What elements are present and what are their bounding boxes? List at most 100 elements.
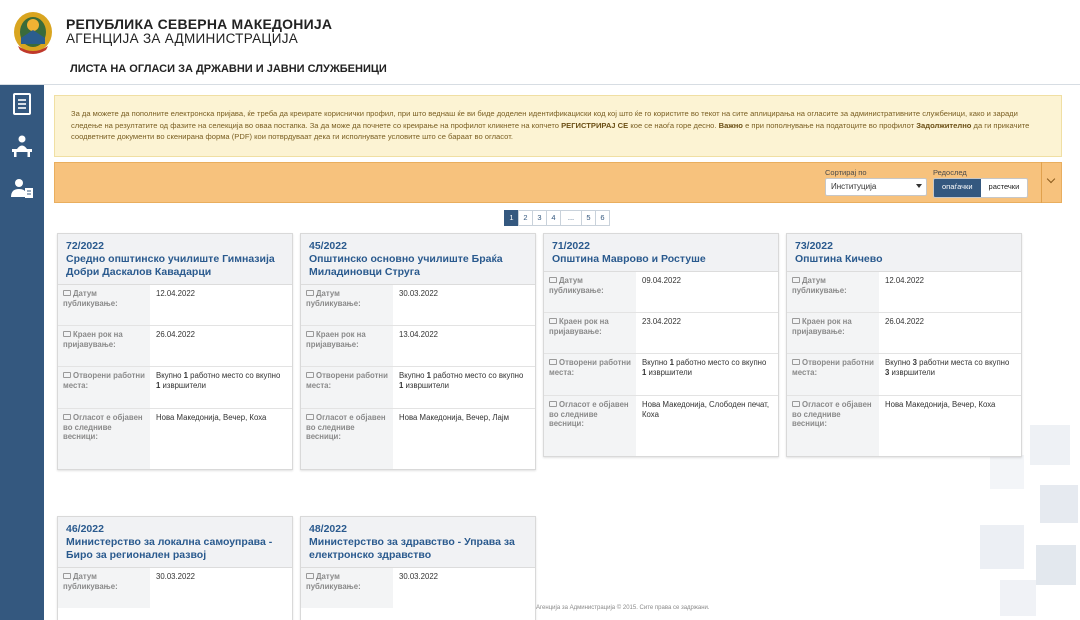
sidebar [0, 85, 44, 620]
deadline-date: 26.04.2022 [885, 317, 925, 326]
positions-label: Отворени работни места: [792, 358, 874, 377]
page-button-2[interactable]: 2 [518, 210, 533, 226]
positions-row: Отворени работни места: Вкупно 1 работно… [301, 367, 535, 409]
deadline-label: Краен рок на пријавување: [306, 330, 366, 349]
job-ad-card: 71/2022 Општина Маврово и Ростуше Датум … [543, 233, 779, 457]
pagination: 1 2 3 4 ... 5 6 [504, 210, 610, 226]
desk-worker-icon[interactable] [9, 133, 35, 159]
published-row: Датум публикување: 30.03.2022 [301, 568, 535, 608]
deadline-date: 26.04.2022 [156, 330, 196, 339]
newspaper-icon [306, 414, 314, 420]
ad-institution: Општинско основно училиште Браќа Миладин… [309, 253, 503, 278]
newspapers-row: Огласот е објавен во следниве весници: Н… [301, 409, 535, 469]
important-keyword: Важно [718, 120, 743, 130]
deadline-date: 23.04.2022 [642, 317, 682, 326]
sort-selected-value: Институција [831, 182, 877, 191]
positions-value: Вкупно 1 работно место со вкупно 1 изврш… [399, 371, 524, 390]
newspapers-value: Нова Македонија, Слободен печат, Коха [642, 400, 770, 419]
published-label: Датум публикување: [549, 276, 604, 295]
page-button-3[interactable]: 3 [532, 210, 547, 226]
positions-row: Отворени работни места: Вкупно 3 работни… [787, 354, 1021, 396]
page-button-6[interactable]: 6 [595, 210, 610, 226]
published-label: Датум публикување: [306, 572, 361, 591]
order-ascending-button[interactable]: растечки [980, 179, 1028, 197]
newspapers-label: Огласот е објавен во следниве весници: [792, 400, 872, 428]
deadline-row: Краен рок на пријавување: 26.04.2022 [58, 326, 292, 367]
deadline-row: Краен рок на пријавување: 26.04.2022 [787, 313, 1021, 354]
org-subtitle: АГЕНЦИЈА ЗА АДМИНИСТРАЦИЈА [66, 31, 299, 46]
positions-value: Вкупно 1 работно место со вкупно 1 изврш… [156, 371, 281, 390]
ad-institution: Општина Кичево [795, 253, 883, 265]
ad-institution: Министерство за локална самоуправа - Бир… [66, 536, 273, 561]
ad-number: 45/2022 [309, 240, 347, 252]
job-ad-card: 48/2022 Министерство за здравство - Упра… [300, 516, 536, 620]
calendar-icon [306, 573, 314, 579]
order-descending-button[interactable]: опаѓачки [934, 179, 981, 197]
positions-value: Вкупно 1 работно место со вкупно 1 изврш… [642, 358, 767, 377]
collapse-toolbar-button[interactable] [1041, 162, 1061, 203]
newspapers-row: Огласот е објавен во следниве весници: Н… [58, 409, 292, 469]
page-button-4[interactable]: 4 [546, 210, 561, 226]
page-button-1[interactable]: 1 [504, 210, 519, 226]
register-keyword: РЕГИСТРИРАЈ СЕ [561, 120, 629, 130]
card-header[interactable]: 73/2022 Општина Кичево [787, 234, 1021, 272]
ad-number: 72/2022 [66, 240, 104, 252]
newspapers-value: Нова Македонија, Вечер, Лајм [399, 413, 509, 422]
card-header[interactable]: 71/2022 Општина Маврово и Ростуше [544, 234, 778, 272]
deadline-row: Краен рок на пријавување: 13.04.2022 [301, 326, 535, 367]
deadline-row: Краен рок на пријавување: 23.04.2022 [544, 313, 778, 354]
money-icon [306, 372, 314, 378]
published-row: Датум публикување: 12.04.2022 [787, 272, 1021, 313]
order-label: Редослед [933, 168, 967, 177]
newspapers-row: Огласот е објавен во следниве весници: Н… [544, 396, 778, 456]
registration-notice: За да можете да пополните електронска пр… [54, 95, 1062, 157]
newspaper-icon [549, 401, 557, 407]
site-header: РЕПУБЛИКА СЕВЕРНА МАКЕДОНИЈА АГЕНЦИЈА ЗА… [0, 0, 1080, 85]
ad-number: 48/2022 [309, 523, 347, 535]
positions-label: Отворени работни места: [306, 371, 388, 390]
list-document-icon[interactable] [9, 91, 35, 117]
user-document-icon[interactable] [9, 175, 35, 201]
published-date: 30.03.2022 [399, 572, 439, 581]
published-label: Датум публикување: [792, 276, 847, 295]
published-row: Датум публикување: 30.03.2022 [58, 568, 292, 608]
published-date: 30.03.2022 [399, 289, 439, 298]
calendar-icon [63, 290, 71, 296]
card-header[interactable]: 45/2022 Општинско основно училиште Браќа… [301, 234, 535, 285]
job-ad-card: 73/2022 Општина Кичево Датум публикување… [786, 233, 1022, 457]
card-header[interactable]: 48/2022 Министерство за здравство - Упра… [301, 517, 535, 568]
newspaper-icon [792, 401, 800, 407]
page-ellipsis: ... [560, 210, 582, 226]
sort-label: Сортирај по [825, 168, 867, 177]
order-toggle: опаѓачки растечки [933, 178, 1029, 198]
money-icon [549, 359, 557, 365]
ad-number: 73/2022 [795, 240, 833, 252]
newspapers-label: Огласот е објавен во следниве весници: [306, 413, 386, 441]
deadline-label: Краен рок на пријавување: [63, 330, 123, 349]
calendar-icon [549, 318, 557, 324]
sort-select[interactable]: Институција [825, 178, 927, 196]
deadline-label: Краен рок на пријавување: [549, 317, 609, 336]
calendar-icon [63, 331, 71, 337]
newspapers-label: Огласот е објавен во следниве весници: [549, 400, 629, 428]
footer-copyright: Агенција за Администрација © 2015. Сите … [536, 605, 710, 611]
deadline-label: Краен рок на пријавување: [792, 317, 852, 336]
newspapers-label: Огласот е објавен во следниве весници: [63, 413, 143, 441]
published-label: Датум публикување: [63, 572, 118, 591]
org-title: РЕПУБЛИКА СЕВЕРНА МАКЕДОНИЈА [66, 16, 333, 32]
ad-number: 46/2022 [66, 523, 104, 535]
job-ad-card: 72/2022 Средно општинско училиште Гимназ… [57, 233, 293, 470]
published-row: Датум публикување: 30.03.2022 [301, 285, 535, 326]
published-date: 12.04.2022 [156, 289, 196, 298]
positions-label: Отворени работни места: [63, 371, 145, 390]
calendar-icon [63, 573, 71, 579]
published-date: 09.04.2022 [642, 276, 682, 285]
chevron-down-icon [1046, 174, 1056, 184]
ad-institution: Средно општинско училиште Гимназија Добр… [66, 253, 275, 278]
card-header[interactable]: 72/2022 Средно општинско училиште Гимназ… [58, 234, 292, 285]
newspapers-value: Нова Македонија, Вечер, Коха [885, 400, 996, 409]
money-icon [792, 359, 800, 365]
published-row: Датум публикување: 12.04.2022 [58, 285, 292, 326]
card-header[interactable]: 46/2022 Министерство за локална самоупра… [58, 517, 292, 568]
page-button-5[interactable]: 5 [581, 210, 596, 226]
